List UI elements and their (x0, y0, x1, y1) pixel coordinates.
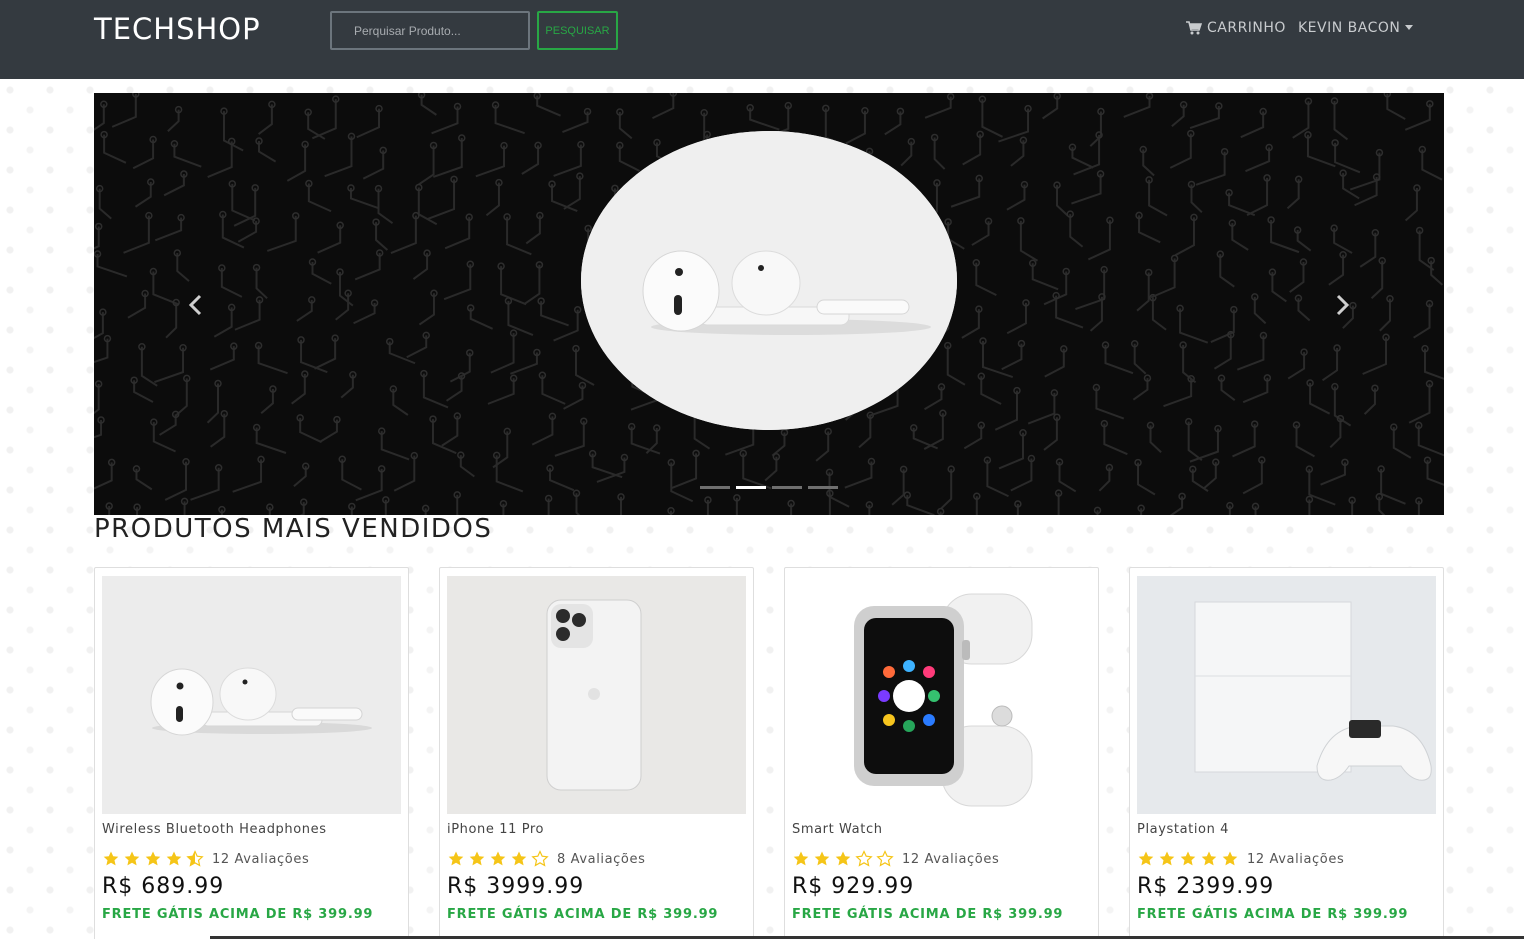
rating-stars (447, 850, 549, 868)
shipping-note: FRETE GÁTIS ACIMA DE R$ 399.99 (102, 907, 374, 922)
star-icon (469, 851, 485, 866)
star-icon (166, 851, 182, 866)
rating-stars (1137, 850, 1239, 868)
hero-product-image (581, 131, 957, 430)
star-icon (814, 851, 830, 866)
star-icon (1159, 851, 1175, 866)
star-icon (103, 851, 119, 866)
review-count: 12 Avaliações (902, 851, 1000, 867)
chevron-right-icon[interactable] (1332, 293, 1352, 317)
star-icon (1201, 851, 1217, 866)
carousel-indicator[interactable] (772, 486, 802, 489)
carousel-indicator[interactable] (736, 486, 766, 489)
carousel-indicators (700, 486, 838, 489)
product-price: R$ 689.99 (102, 874, 225, 899)
star-icon (1222, 851, 1238, 866)
search-button[interactable]: PESQUISAR (537, 11, 618, 50)
shipping-note: FRETE GÁTIS ACIMA DE R$ 399.99 (792, 907, 1064, 922)
product-name[interactable]: Wireless Bluetooth Headphones (102, 822, 327, 837)
product-image[interactable] (447, 576, 746, 814)
product-name[interactable]: Smart Watch (792, 822, 883, 837)
star-icon (186, 850, 204, 867)
star-icon (124, 851, 140, 866)
star-icon (876, 850, 894, 867)
star-icon (448, 851, 464, 866)
product-card[interactable]: iPhone 11 Pro 8 Avaliações R$ 3999.99 FR… (439, 567, 754, 939)
star-icon (490, 851, 506, 866)
user-menu[interactable]: KEVIN BACON (1298, 20, 1414, 36)
product-rating: 8 Avaliações (447, 850, 645, 868)
review-count: 12 Avaliações (212, 851, 310, 867)
hero-carousel (94, 93, 1444, 515)
product-rating: 12 Avaliações (792, 850, 999, 868)
brand-logo[interactable]: TECHSHOP (94, 12, 261, 46)
star-icon (835, 851, 851, 866)
review-count: 12 Avaliações (1247, 851, 1345, 867)
cart-icon (1186, 21, 1202, 35)
product-card[interactable]: Wireless Bluetooth Headphones 12 Avaliaç… (94, 567, 409, 939)
carousel-indicator[interactable] (808, 486, 838, 489)
star-icon (1180, 851, 1196, 866)
product-price: R$ 3999.99 (447, 874, 585, 899)
section-title: PRODUTOS MAIS VENDIDOS (94, 514, 493, 544)
star-icon (511, 851, 527, 866)
cart-link[interactable]: CARRINHO (1186, 20, 1286, 36)
chevron-left-icon[interactable] (186, 293, 206, 317)
product-image[interactable] (1137, 576, 1436, 814)
star-icon (531, 850, 549, 867)
product-rating: 12 Avaliações (1137, 850, 1344, 868)
shipping-note: FRETE GÁTIS ACIMA DE R$ 399.99 (1137, 907, 1409, 922)
product-card[interactable]: Playstation 4 12 Avaliações R$ 2399.99 F… (1129, 567, 1444, 939)
shipping-note: FRETE GÁTIS ACIMA DE R$ 399.99 (447, 907, 719, 922)
product-card[interactable]: Smart Watch 12 Avaliações R$ 929.99 FRET… (784, 567, 1099, 939)
navbar: TECHSHOP PESQUISAR CARRINHO KEVIN BACON (0, 0, 1524, 79)
cart-label: CARRINHO (1207, 20, 1286, 36)
star-icon (855, 850, 873, 867)
star-icon (793, 851, 809, 866)
search-input[interactable] (330, 11, 530, 50)
chevron-down-icon (1405, 24, 1414, 30)
product-name[interactable]: Playstation 4 (1137, 822, 1229, 837)
rating-stars (102, 850, 204, 868)
product-image[interactable] (792, 576, 1091, 814)
rating-stars (792, 850, 894, 868)
star-icon (145, 851, 161, 866)
carousel-indicator[interactable] (700, 486, 730, 489)
star-icon (1138, 851, 1154, 866)
earbuds-image (581, 131, 957, 430)
review-count: 8 Avaliações (557, 851, 646, 867)
product-price: R$ 2399.99 (1137, 874, 1275, 899)
product-image[interactable] (102, 576, 401, 814)
product-price: R$ 929.99 (792, 874, 915, 899)
user-name: KEVIN BACON (1298, 20, 1401, 36)
product-rating: 12 Avaliações (102, 850, 309, 868)
product-name[interactable]: iPhone 11 Pro (447, 822, 544, 837)
